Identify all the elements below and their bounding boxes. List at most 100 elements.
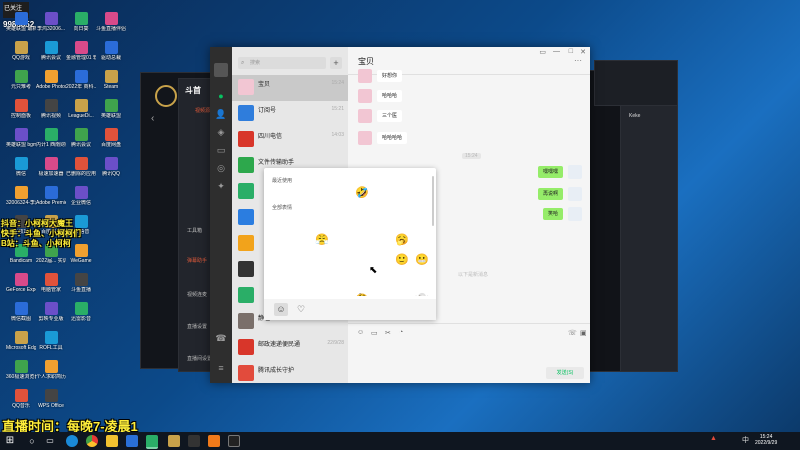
emoji-item[interactable]: 😡 bbox=[352, 230, 372, 250]
desktop-icon[interactable]: 个人求职简历 bbox=[36, 360, 66, 380]
desktop-icon[interactable]: 金融管理01 软件实训 bbox=[66, 41, 96, 61]
emoji-item[interactable]: 😎 bbox=[352, 210, 372, 230]
bandicam-icon[interactable] bbox=[188, 435, 200, 447]
close-button[interactable]: ✕ bbox=[580, 48, 586, 56]
emoji-item[interactable]: 😊 bbox=[332, 183, 352, 203]
emoji-item[interactable]: 😱 bbox=[392, 290, 412, 296]
emoji-item[interactable]: 👻 bbox=[412, 290, 432, 296]
send-button[interactable]: 发送(S) bbox=[546, 367, 584, 379]
emoji-item[interactable]: 😴 bbox=[272, 230, 292, 250]
desktop-icon[interactable]: 剪映专业版 bbox=[36, 302, 66, 322]
message-bubble[interactable]: 哈哈哈 bbox=[377, 90, 403, 102]
message-bubble[interactable]: 嘿嘿嘿 bbox=[537, 166, 563, 178]
emoji-item[interactable]: 😑 bbox=[412, 270, 432, 290]
emoji-item[interactable]: 😱 bbox=[372, 230, 392, 250]
back-arrow-icon[interactable]: ‹ bbox=[151, 113, 154, 124]
desktop-icon[interactable]: Steam bbox=[96, 70, 126, 90]
edge-icon[interactable] bbox=[66, 435, 78, 447]
add-button[interactable]: + bbox=[330, 57, 342, 69]
emoji-item[interactable]: 😄 bbox=[372, 183, 392, 203]
desktop-icon[interactable]: Microsoft Edge bbox=[6, 331, 36, 351]
league-icon[interactable] bbox=[168, 435, 180, 447]
conversation-item[interactable]: 邮政速递便民通 22/9/28 bbox=[232, 335, 348, 361]
emoji-item[interactable]: 😭 bbox=[392, 270, 412, 290]
desktop-icon[interactable]: 元只雉考 bbox=[6, 70, 36, 90]
favorites-nav-icon[interactable]: ◈ bbox=[215, 127, 227, 137]
desktop-icon[interactable]: WPS Office bbox=[36, 389, 66, 409]
emoji-item[interactable]: 😜 bbox=[272, 250, 292, 270]
message-bubble[interactable]: 哈哈哈哈 bbox=[377, 132, 408, 144]
wechat-icon[interactable] bbox=[146, 435, 158, 449]
more-options-icon[interactable]: ··· bbox=[574, 56, 582, 65]
emoji-item[interactable]: 😂 bbox=[412, 230, 432, 250]
contacts-nav-icon[interactable]: 👤 bbox=[215, 109, 227, 119]
emoji-item[interactable]: 😤 bbox=[312, 230, 332, 250]
client-icon[interactable] bbox=[228, 435, 240, 447]
phone-nav-icon[interactable]: ☎ bbox=[215, 333, 227, 343]
chat-client-window[interactable]: Keke bbox=[620, 104, 678, 372]
desktop-icon[interactable]: 李鸿32006... bbox=[36, 12, 66, 32]
desktop-icon[interactable]: 内计1 西南财经大学... bbox=[36, 128, 66, 148]
video-icon[interactable]: ▣ bbox=[580, 329, 587, 337]
pin-window-icon[interactable]: ▭ bbox=[539, 48, 546, 56]
start-icon[interactable]: ⊞ bbox=[4, 435, 16, 447]
desktop-icon[interactable]: 电脑管家 bbox=[36, 273, 66, 293]
user-avatar[interactable] bbox=[214, 63, 228, 77]
emoji-icon[interactable]: ☺ bbox=[357, 329, 364, 336]
desktop-icon[interactable]: 2022年 商科... bbox=[66, 70, 96, 90]
message-bubble[interactable]: 再说啊 bbox=[537, 188, 563, 200]
moments-nav-icon[interactable]: ◎ bbox=[215, 163, 227, 173]
desktop-icon[interactable]: 腾讯QQ bbox=[96, 157, 126, 177]
desktop-icon[interactable]: 英雄联盟 最新 bbox=[6, 12, 36, 32]
emoji-item[interactable]: 😡 bbox=[312, 250, 332, 270]
douyu-icon[interactable] bbox=[208, 435, 220, 447]
desktop-icon[interactable]: 腾讯会议 bbox=[66, 128, 96, 148]
heart-icon[interactable]: ♡ bbox=[294, 303, 308, 316]
desktop-icon[interactable]: 腾讯视频 bbox=[36, 99, 66, 119]
folder-icon[interactable] bbox=[106, 435, 118, 447]
desktop-icon[interactable]: 微信截图 bbox=[6, 302, 36, 322]
emoji-item[interactable]: 😅 bbox=[372, 290, 392, 296]
message-bubble[interactable]: 笑哈 bbox=[542, 208, 563, 220]
desktop-icon[interactable]: 斗鱼直播伴侣 bbox=[96, 12, 126, 32]
chat-nav-icon[interactable]: ● bbox=[215, 91, 227, 101]
emoji-scrollbar[interactable] bbox=[432, 176, 434, 226]
emoji-item[interactable]: 😳 bbox=[332, 210, 352, 230]
conversation-item[interactable]: 宝贝 15:24 bbox=[232, 75, 348, 101]
desktop-icon[interactable]: 企业微信 bbox=[66, 186, 96, 206]
conversation-item[interactable]: 订阅号 15:21 bbox=[232, 101, 348, 127]
tray-app-icon[interactable]: ▲ bbox=[710, 435, 717, 442]
emoji-item[interactable]: 😵 bbox=[312, 210, 332, 230]
emoji-item[interactable]: 😐 bbox=[272, 210, 292, 230]
desktop-icon[interactable]: QQ游戏 bbox=[6, 41, 36, 61]
emoji-item[interactable]: 😷 bbox=[332, 290, 352, 296]
desktop-icon[interactable]: 向日葵 bbox=[66, 12, 96, 32]
emoji-item[interactable]: 😥 bbox=[272, 270, 292, 290]
chat-bubble-icon[interactable]: ◔ bbox=[399, 329, 403, 336]
desktop-icon[interactable]: GeForce Experience bbox=[6, 273, 36, 293]
emoji-item[interactable]: 😍 bbox=[292, 210, 312, 230]
desktop-icon[interactable]: QQ音乐 bbox=[6, 389, 36, 409]
message-bubble[interactable]: 好想你 bbox=[377, 70, 403, 82]
maximize-button[interactable]: □ bbox=[569, 48, 573, 55]
emoji-item[interactable]: 😢 bbox=[312, 270, 332, 290]
message-bubble[interactable]: 三个医 bbox=[377, 110, 403, 122]
emoji-item[interactable]: 😢 bbox=[412, 183, 432, 203]
emoji-item[interactable]: 😏 bbox=[312, 290, 332, 296]
desktop-icon[interactable]: 驱动总裁 bbox=[96, 41, 126, 61]
emoji-item[interactable]: 😡 bbox=[272, 183, 292, 203]
minimize-button[interactable]: — bbox=[553, 48, 560, 55]
channels-nav-icon[interactable]: ✦ bbox=[215, 181, 227, 191]
emoji-item[interactable]: 🤣 bbox=[352, 183, 372, 203]
emoji-item[interactable]: 😝 bbox=[292, 250, 312, 270]
emoji-item[interactable]: 😆 bbox=[292, 290, 312, 296]
folder-icon[interactable]: ▭ bbox=[371, 329, 378, 337]
emoji-face-icon[interactable]: ☺ bbox=[274, 303, 288, 316]
desktop-icon[interactable]: 英雄联盟 bbox=[96, 99, 126, 119]
menu-nav-icon[interactable]: ≡ bbox=[215, 363, 227, 373]
desktop-icon[interactable]: Adobe Premie... bbox=[36, 186, 66, 206]
desktop-icon[interactable]: 极速加速器 bbox=[36, 157, 66, 177]
task-view-icon[interactable]: ▭ bbox=[44, 435, 56, 447]
desktop-icon[interactable]: 控制面板 bbox=[6, 99, 36, 119]
desktop-icon[interactable]: 32006324-李鸿-计算... bbox=[6, 186, 36, 206]
